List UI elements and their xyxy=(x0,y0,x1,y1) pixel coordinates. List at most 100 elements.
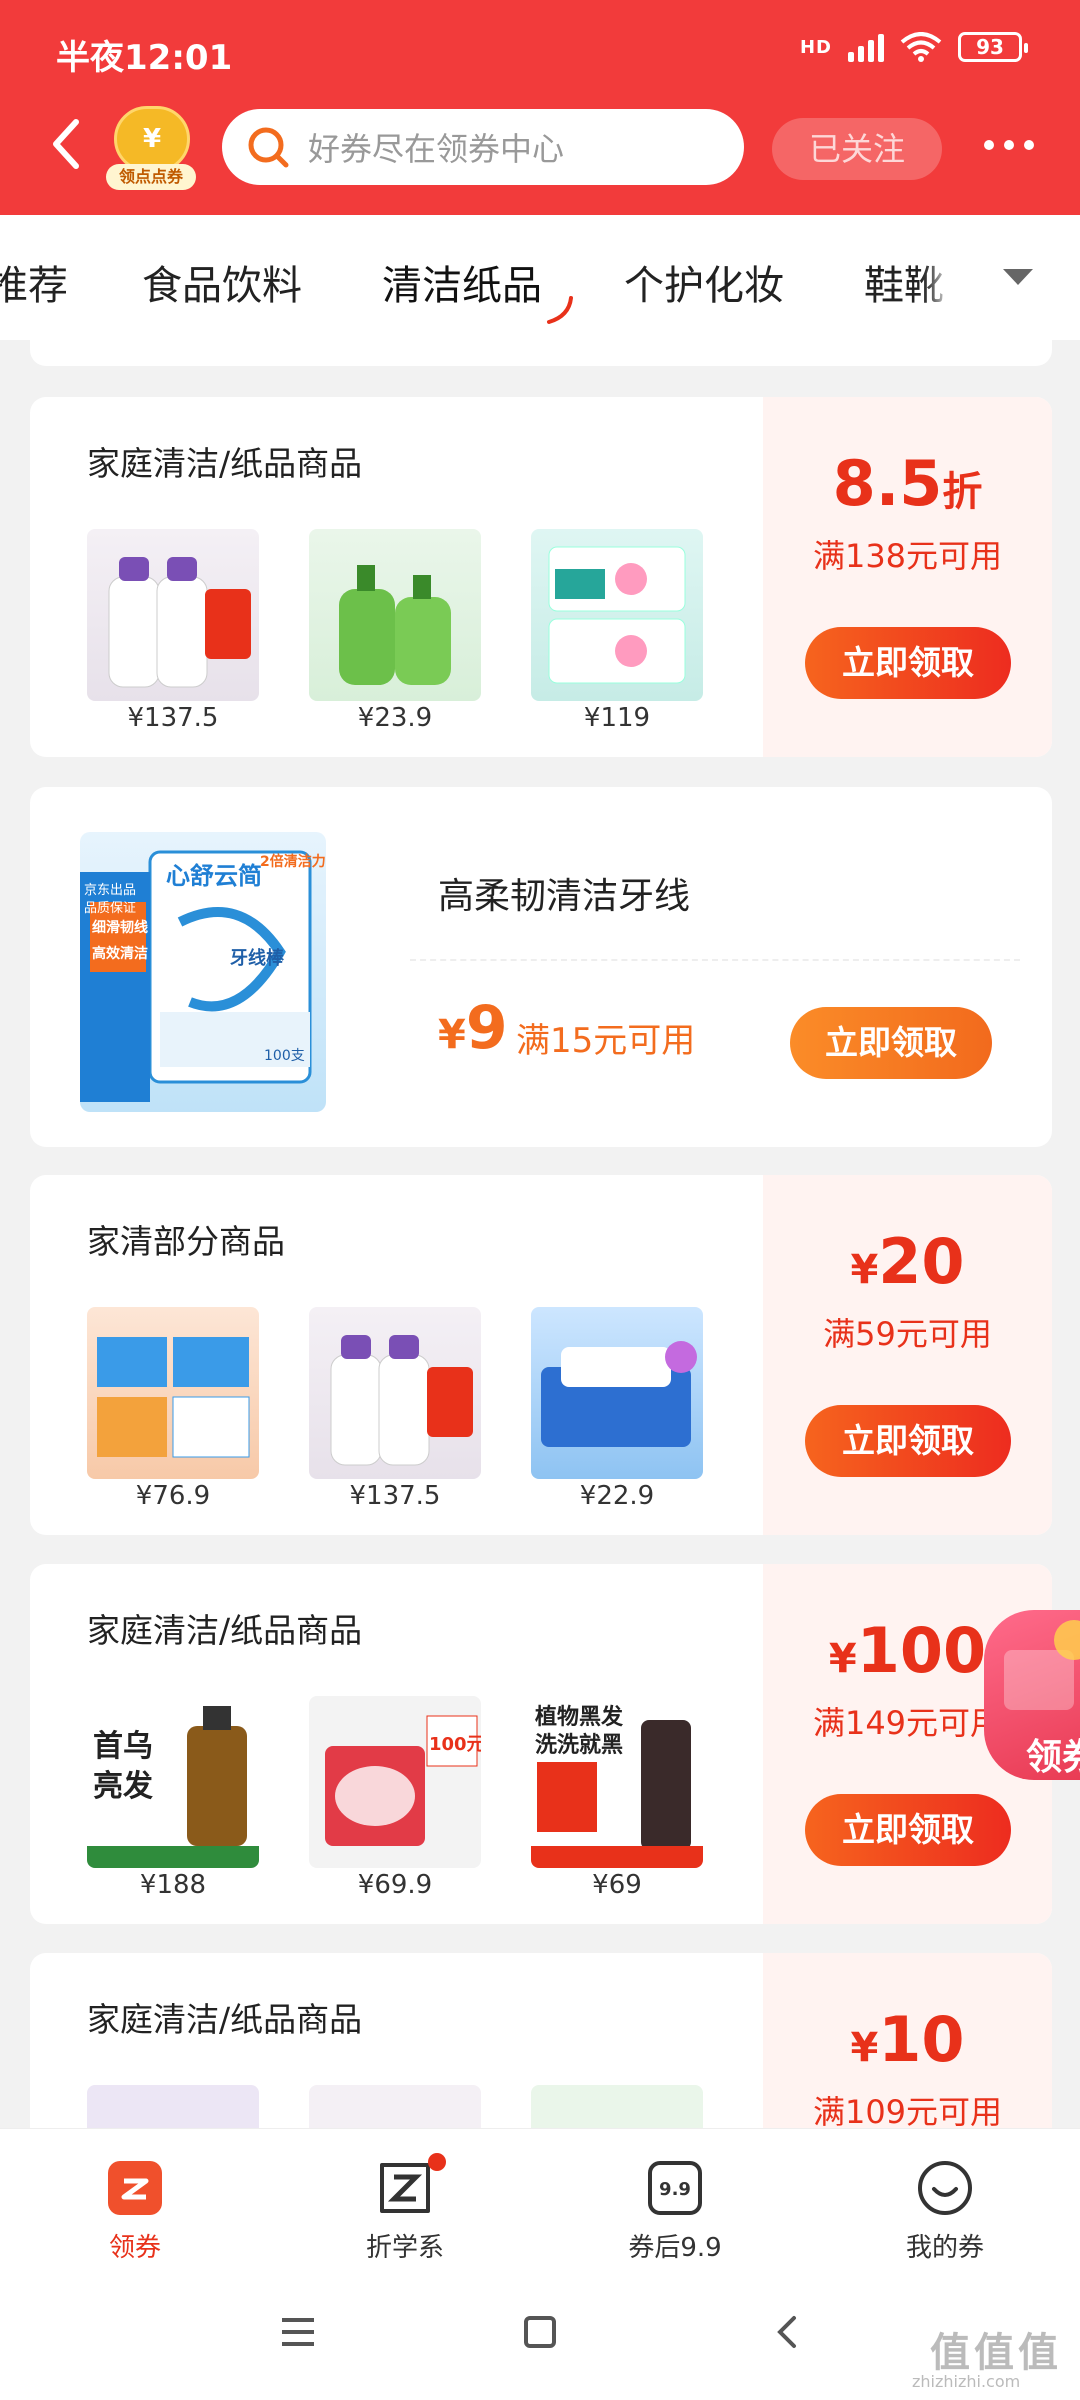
hand-soap-icon xyxy=(339,565,451,685)
coupon-panel: 8.5折 满138元可用 立即领取 xyxy=(763,397,1052,757)
svg-text:心舒云简: 心舒云简 xyxy=(166,862,262,890)
claim-button[interactable]: 立即领取 xyxy=(805,627,1011,699)
coupon-condition: 满109元可用 xyxy=(812,2093,1003,2128)
back-icon[interactable] xyxy=(768,2312,808,2352)
wifi-icon xyxy=(900,32,942,62)
nav-label: 领券 xyxy=(108,2233,161,2263)
nav-label: 折学系 xyxy=(365,2233,444,2263)
bleach-tub-icon: 100元 xyxy=(325,1715,481,1846)
card-title: 家庭清洁/纸品商品 xyxy=(87,1611,363,1650)
svg-text:100支: 100支 xyxy=(264,1048,305,1064)
product-image[interactable] xyxy=(309,529,481,701)
nav-my-coupons[interactable]: 我的券 xyxy=(855,2159,1035,2264)
tab-shoes[interactable]: 鞋靴 xyxy=(864,253,944,311)
search-bar[interactable]: 好券尽在领券中心 xyxy=(222,109,744,185)
watermark-url: zhizhizhi.com xyxy=(912,2372,1021,2391)
product-image[interactable]: 植物黑发 洗洗就黑 xyxy=(531,1696,703,1868)
product-image[interactable] xyxy=(87,529,259,701)
bottom-nav: 领券 折学系 9.9 券后9.9 我的券 xyxy=(0,2128,1080,2280)
coupon-amount: ¥9 xyxy=(438,993,508,1063)
coupon-panel: ¥10 满109元可用 xyxy=(763,1953,1052,2128)
nav-label: 我的券 xyxy=(905,2233,984,2263)
network-type: HD xyxy=(799,36,832,58)
product-image[interactable] xyxy=(531,1307,703,1479)
coupon-panel: ¥20 满59元可用 立即领取 xyxy=(763,1175,1052,1535)
svg-text:9.9: 9.9 xyxy=(659,2179,691,2200)
shampoo-bottle-icon: 首乌 亮发 xyxy=(87,1706,259,1868)
claim-button[interactable]: 立即领取 xyxy=(805,1794,1011,1866)
card-title: 高柔韧清洁牙线 xyxy=(438,876,691,917)
tissue-pack-icon xyxy=(541,1341,697,1447)
coupon-amount: ¥10 xyxy=(850,2003,965,2076)
signal-icon xyxy=(848,32,884,62)
coupon-amount: ¥20 xyxy=(850,1225,965,1298)
coupon-icon xyxy=(106,2159,164,2217)
tab-recommend[interactable]: 推荐 xyxy=(0,253,68,311)
tab-personal-care[interactable]: 个护化妆 xyxy=(624,253,784,311)
coupon-card-partial-top xyxy=(30,340,1052,366)
product-price: ¥69.9 xyxy=(357,1870,433,1900)
red-envelope-icon xyxy=(1004,1620,1080,1710)
svg-text:2倍清洁力: 2倍清洁力 xyxy=(260,853,326,870)
product-price: ¥23.9 xyxy=(357,703,433,733)
floating-badge-label: 领券 xyxy=(1026,1737,1080,1778)
laundry-bottle-icon xyxy=(330,1335,473,1466)
back-arrow-icon[interactable] xyxy=(46,114,86,174)
svg-text:牙线棒: 牙线棒 xyxy=(230,947,285,969)
svg-text:京东出品: 京东出品 xyxy=(84,883,136,898)
header: 半夜12:01 HD 93 ¥ 领点点券 好券尽在领券中心 已关注 xyxy=(0,0,1080,215)
product-image[interactable] xyxy=(87,2085,259,2128)
card-title: 家庭清洁/纸品商品 xyxy=(87,2000,363,2039)
dental-floss-icon: 心舒云简 2倍清洁力 京东出品 品质保证 细滑韧线 高效清洁 牙线棒 100支 xyxy=(80,850,326,1102)
tab-food-drinks[interactable]: 食品饮料 xyxy=(142,253,302,311)
coupon-amount: 8.5折 xyxy=(832,447,983,520)
nav-zhexuexi[interactable]: 折学系 xyxy=(315,2153,495,2264)
product-image[interactable]: 首乌 亮发 xyxy=(87,1696,259,1868)
product-image[interactable]: 100元 xyxy=(309,1696,481,1868)
follow-button[interactable]: 已关注 xyxy=(772,118,942,180)
laundry-bottle-icon xyxy=(108,557,251,688)
product-image[interactable] xyxy=(531,529,703,701)
nine-nine-icon: 9.9 xyxy=(646,2159,704,2217)
tissue-box-icon xyxy=(97,1337,250,1458)
svg-text:细滑韧线: 细滑韧线 xyxy=(92,919,148,936)
claim-button[interactable]: 立即领取 xyxy=(790,1007,992,1079)
product-price: ¥137.5 xyxy=(127,703,219,733)
coupon-condition: 满138元可用 xyxy=(812,537,1003,575)
product-image[interactable] xyxy=(309,1307,481,1479)
product-image[interactable]: 心舒云简 2倍清洁力 京东出品 品质保证 细滑韧线 高效清洁 牙线棒 100支 xyxy=(80,832,326,1112)
search-icon xyxy=(248,127,289,168)
product-image[interactable] xyxy=(87,1307,259,1479)
svg-text:品质保证: 品质保证 xyxy=(84,901,136,916)
search-placeholder: 好券尽在领券中心 xyxy=(308,130,565,168)
notification-dot xyxy=(428,2153,446,2171)
svg-text:亮发: 亮发 xyxy=(93,1769,153,1804)
expand-tabs-icon[interactable] xyxy=(1003,269,1033,285)
coupon-condition: 满15元可用 xyxy=(516,1021,696,1061)
coupon-points-badge[interactable]: ¥ 领点点券 xyxy=(106,106,196,190)
coupon-card: 家清部分商品 ¥76.9 ¥137.5 ¥22.9 ¥20 满59元可用 立即领… xyxy=(30,1175,1052,1535)
smile-icon xyxy=(916,2159,974,2217)
nav-after-coupon-9-9[interactable]: 9.9 券后9.9 xyxy=(585,2159,765,2264)
card-title: 家庭清洁/纸品商品 xyxy=(87,444,363,483)
claim-button[interactable]: 立即领取 xyxy=(805,1405,1011,1477)
floating-coupon-badge[interactable]: 领券 xyxy=(984,1610,1080,1780)
product-image[interactable] xyxy=(531,2085,703,2128)
z-logo-icon xyxy=(376,2153,446,2217)
product-image[interactable] xyxy=(309,2085,481,2128)
product-price: ¥76.9 xyxy=(135,1481,211,1511)
laundry-pods-icon xyxy=(548,546,686,684)
coupon-card: 家庭清洁/纸品商品 ¥137.5 ¥23.9 ¥119 8.5折 满138元可用… xyxy=(30,397,1052,757)
coupon-condition: 满59元可用 xyxy=(823,1315,992,1353)
menu-icon[interactable] xyxy=(278,2312,318,2352)
status-time: 半夜12:01 xyxy=(56,38,233,78)
coupon-bag-icon: ¥ xyxy=(114,106,190,172)
divider xyxy=(410,959,1020,961)
svg-text:首乌: 首乌 xyxy=(93,1729,153,1764)
card-title: 家清部分商品 xyxy=(87,1222,285,1261)
home-icon[interactable] xyxy=(520,2312,560,2352)
tab-cleaning-paper[interactable]: 清洁纸品 xyxy=(382,253,542,311)
more-icon[interactable] xyxy=(984,140,1034,150)
nav-coupons[interactable]: 领券 xyxy=(45,2159,225,2264)
battery-icon: 93 xyxy=(958,32,1028,62)
